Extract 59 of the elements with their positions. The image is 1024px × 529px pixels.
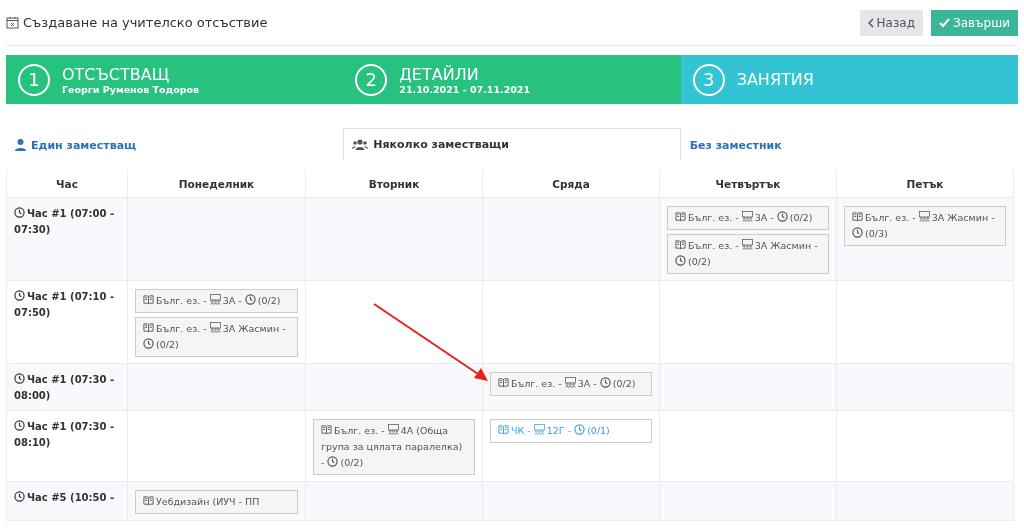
clock-icon xyxy=(14,373,25,384)
lesson-chip[interactable]: Бълг. ез. - 3А - (0/2) xyxy=(667,206,829,230)
period-label: Час #1 (07:30 - 08:00) xyxy=(14,372,116,403)
step-title: ДЕТАЙЛИ xyxy=(399,64,480,84)
back-button[interactable]: Назад xyxy=(859,9,923,36)
clock-icon xyxy=(327,456,339,467)
book-icon xyxy=(675,239,686,250)
lesson-chip[interactable]: Бълг. ез. - 3А Жасмин - (0/2) xyxy=(135,317,298,357)
group-icon xyxy=(387,424,399,435)
clock-icon xyxy=(143,338,154,349)
book-icon xyxy=(143,294,154,305)
step-subtitle: 21.10.2021 - 07.11.2021 xyxy=(399,83,531,95)
lesson-chip[interactable]: Бълг. ез. - 3А Жасмин - (0/2) xyxy=(667,234,829,274)
check-icon xyxy=(939,17,950,28)
lesson-chip[interactable]: Бълг. ез. - 4А (Обща група за цялата паралелка) - (0/2) xyxy=(313,419,475,475)
book-icon xyxy=(852,211,863,222)
step-title: ОТСЪСТВАЩ xyxy=(62,64,171,84)
clock-icon xyxy=(14,420,25,431)
group-icon xyxy=(209,322,221,333)
period-label: Час #5 (10:50 - xyxy=(14,490,120,506)
group-icon xyxy=(918,211,930,222)
user-icon xyxy=(15,139,26,151)
group-icon xyxy=(564,377,576,388)
clock-icon xyxy=(852,227,863,238)
clock-icon xyxy=(599,377,611,388)
clock-icon xyxy=(574,424,586,435)
group-icon xyxy=(741,211,753,222)
group-icon xyxy=(741,239,753,250)
book-icon xyxy=(143,495,154,506)
step-title: ЗАНЯТИЯ xyxy=(736,70,814,89)
users-icon xyxy=(352,139,369,150)
step-subtitle: Георги Руменов Тодоров xyxy=(62,83,200,95)
clock-icon xyxy=(14,207,25,218)
book-icon xyxy=(675,211,686,222)
clock-icon xyxy=(244,294,256,305)
step-number: 2 xyxy=(355,63,388,96)
clock-icon xyxy=(776,211,788,222)
group-icon xyxy=(209,294,221,305)
lesson-chip[interactable]: Бълг. ез. - 3А Жасмин - (0/3) xyxy=(844,206,1006,246)
calendar-icon xyxy=(6,16,19,29)
lesson-chip[interactable]: Бълг. ез. - 3А - (0/2) xyxy=(135,289,298,313)
chevron-left-icon xyxy=(867,17,874,28)
step-number: 3 xyxy=(692,63,725,96)
book-icon xyxy=(321,424,332,435)
period-label: Час #1 (07:00 - 07:30) xyxy=(14,206,116,237)
lesson-chip[interactable]: Уебдизайн (ИУЧ - ПП xyxy=(135,490,298,514)
clock-icon xyxy=(675,255,686,266)
book-icon xyxy=(498,377,509,388)
clock-icon xyxy=(14,290,25,301)
clock-icon xyxy=(14,491,25,502)
book-icon xyxy=(143,322,154,333)
lesson-chip[interactable]: Бълг. ез. - 3А - (0/2) xyxy=(490,372,652,396)
book-icon xyxy=(498,424,509,435)
tab[interactable]: Няколко заместващи xyxy=(343,128,681,161)
step-number: 1 xyxy=(18,63,50,96)
group-icon xyxy=(533,424,545,435)
period-label: Час #1 (07:30 - 08:10) xyxy=(14,419,116,450)
period-label: Час #1 (07:10 - 07:50) xyxy=(14,289,116,320)
page-title: Създаване на учителско отсъствие xyxy=(23,15,269,30)
